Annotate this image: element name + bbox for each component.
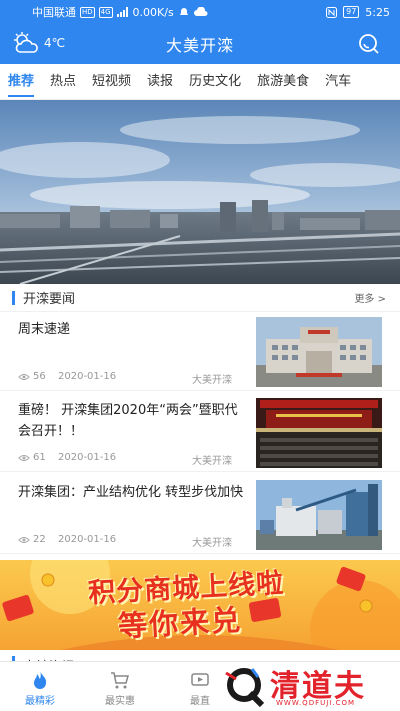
signal-icon: [116, 7, 128, 17]
city-skyline-image: [0, 100, 400, 284]
tv-icon: [191, 673, 209, 686]
hero-banner[interactable]: [0, 100, 400, 284]
news-thumbnail: [256, 480, 382, 550]
view-count: 22: [18, 534, 46, 545]
battery-level: 97: [343, 6, 360, 18]
section-header: 开滦要闻 更多 >: [0, 284, 400, 312]
news-item[interactable]: 周末速递 56 2020-01-16 大美开滦: [0, 313, 400, 391]
points-mall-ad[interactable]: 积分商城上线啦 等你来兑: [0, 560, 400, 650]
carrier-label: 中国联通: [32, 6, 76, 19]
eye-icon: [18, 454, 30, 461]
site-watermark: 清道夫 WWW.QDFUJI.COM: [214, 661, 400, 711]
weather-widget[interactable]: 4℃: [12, 32, 65, 54]
news-title: 开滦集团：产业结构优化 转型步伐加快: [18, 485, 244, 500]
cart-icon: [111, 672, 129, 689]
view-count: 61: [18, 452, 46, 463]
news-title: 周末速递: [18, 322, 71, 337]
tab-newspaper[interactable]: 读报: [139, 64, 181, 99]
watermark-url: WWW.QDFUJI.COM: [276, 699, 356, 707]
nav-deals[interactable]: 最实惠: [80, 662, 160, 711]
tab-auto[interactable]: 汽车: [317, 64, 359, 99]
news-meta: 56 2020-01-16 大美开滦: [18, 371, 238, 386]
news-section: 开滦要闻 更多 > 周末速递 56 2020-01-16 大美开滦 重磅！ 开滦…: [0, 284, 400, 560]
news-date: 2020-01-16: [58, 371, 117, 382]
watermark-logo: [225, 668, 265, 707]
notification-icon: [179, 8, 188, 15]
news-source: 大美开滦: [192, 538, 232, 549]
tab-history-culture[interactable]: 历史文化: [181, 64, 249, 99]
news-item[interactable]: 重磅！ 开滦集团2020年“两会”暨职代会召开！！ 61 2020-01-16 …: [0, 394, 400, 472]
news-source: 大美开滦: [192, 456, 232, 467]
category-tabs: 推荐 热点 短视频 读报 历史文化 旅游美食 汽车: [0, 64, 400, 100]
tab-short-video[interactable]: 短视频: [84, 64, 139, 99]
app-header: 4℃ 大美开滦: [0, 24, 400, 64]
news-title: 重磅！ 开滦集团2020年“两会”暨职代会召开！！: [18, 403, 238, 439]
temperature: 4℃: [44, 36, 66, 50]
news-source: 大美开滦: [192, 375, 232, 386]
network-badge: 4G: [98, 6, 113, 18]
hd-badge: HD: [80, 6, 95, 18]
eye-icon: [18, 373, 30, 380]
eye-icon: [18, 536, 30, 543]
news-thumbnail: [256, 317, 382, 387]
news-meta: 22 2020-01-16 大美开滦: [18, 534, 238, 549]
nav-highlights[interactable]: 最精彩: [0, 662, 80, 711]
search-icon[interactable]: [358, 33, 380, 55]
nfc-icon: [326, 6, 338, 18]
clock: 5:25: [365, 5, 390, 19]
view-count: 56: [18, 371, 46, 382]
tab-recommend[interactable]: 推荐: [0, 64, 42, 99]
news-thumbnail: [256, 398, 382, 468]
more-link[interactable]: 更多 >: [354, 290, 386, 305]
ad-subheadline: 等你来兑: [117, 602, 243, 644]
cloud-icon: [193, 7, 208, 16]
news-date: 2020-01-16: [58, 452, 117, 463]
flame-icon: [34, 671, 47, 689]
tab-travel-food[interactable]: 旅游美食: [249, 64, 317, 99]
section-accent-bar: [12, 290, 15, 305]
status-bar: 中国联通 HD 4G 0.00K/s 97 5:25: [0, 0, 400, 24]
partly-cloudy-icon: [14, 32, 38, 53]
section-title: 开滦要闻: [23, 292, 76, 307]
news-meta: 61 2020-01-16 大美开滦: [18, 452, 238, 467]
net-speed: 0.00K/s: [132, 5, 174, 19]
tab-hot[interactable]: 热点: [42, 64, 84, 99]
news-item[interactable]: 开滦集团：产业结构优化 转型步伐加快 22 2020-01-16 大美开滦: [0, 476, 400, 554]
news-date: 2020-01-16: [58, 534, 117, 545]
